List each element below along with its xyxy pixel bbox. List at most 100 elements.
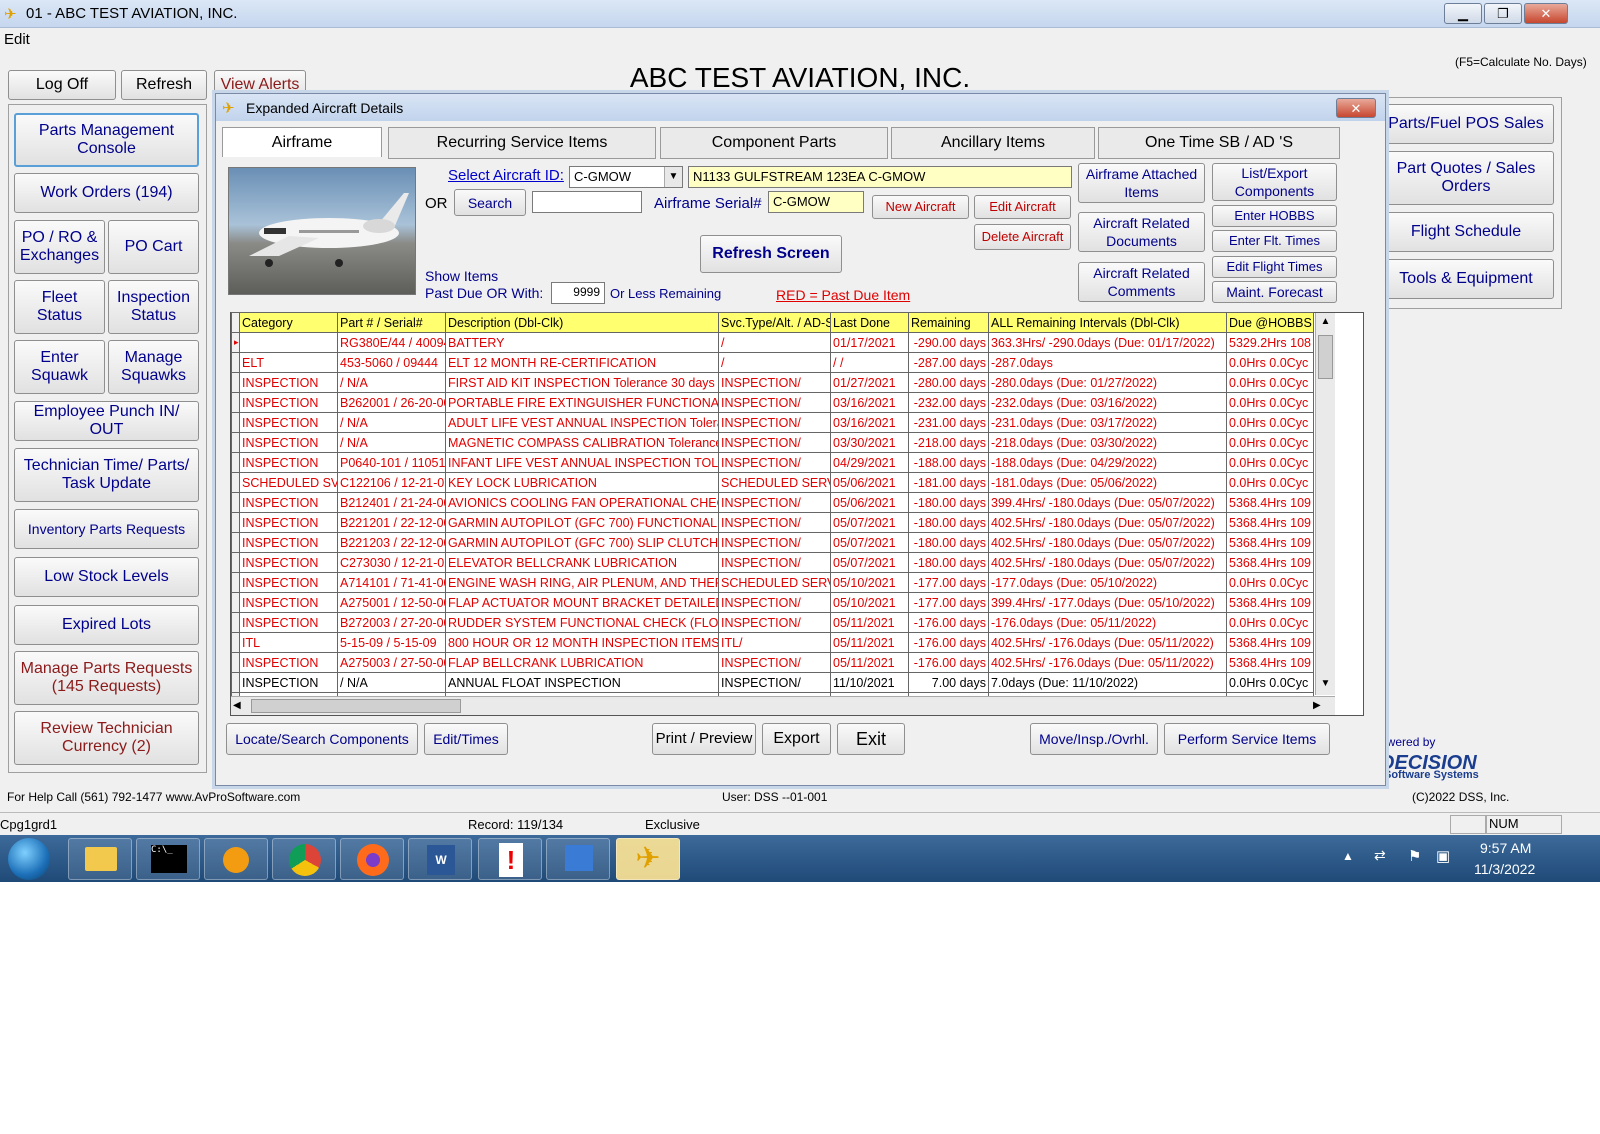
table-cell[interactable]: INSPECTION/ xyxy=(718,652,831,673)
row-selector[interactable] xyxy=(231,532,240,553)
row-selector[interactable] xyxy=(231,632,240,653)
table-cell[interactable]: FLAP ACTUATOR MOUNT BRACKET DETAILED INS… xyxy=(445,592,719,613)
column-header[interactable]: Description (Dbl-Clk) xyxy=(445,312,719,333)
table-cell[interactable]: INSPECTION xyxy=(239,572,338,593)
table-cell[interactable]: INSPECTION xyxy=(239,592,338,613)
table-cell[interactable]: INSPECTION xyxy=(239,652,338,673)
edit-flight-times-button[interactable]: Edit Flight Times xyxy=(1212,256,1337,278)
horizontal-scrollbar[interactable]: ◀ ▶ xyxy=(231,696,1335,715)
table-row[interactable]: INSPECTION B272003 / 27-20-00 RUDDER SYSTE… xyxy=(231,612,1314,633)
table-row[interactable]: INSPECTION A714101 / 71-41-00 ENGINE WASH … xyxy=(231,572,1314,593)
employee-punch-button[interactable]: Employee Punch IN/ OUT xyxy=(14,401,199,441)
table-cell[interactable]: 7.0days (Due: 11/10/2022) xyxy=(988,672,1227,693)
column-header[interactable]: Last Done xyxy=(830,312,909,333)
table-row[interactable]: INSPECTION B221203 / 22-12-00 GARMIN AUTOP… xyxy=(231,532,1314,553)
table-cell[interactable]: -181.00 days xyxy=(908,472,989,493)
search-button[interactable]: Search xyxy=(454,189,526,216)
review-technician-currency-button[interactable]: Review Technician Currency (2) xyxy=(14,711,199,765)
table-cell[interactable]: 05/06/2021 xyxy=(830,492,909,513)
table-cell[interactable]: INSPECTION xyxy=(239,552,338,573)
table-cell[interactable]: -176.00 days xyxy=(908,652,989,673)
table-cell[interactable]: 04/29/2021 xyxy=(830,452,909,473)
table-cell[interactable]: SCHEDULED SERV xyxy=(718,572,831,593)
table-cell[interactable]: 402.5Hrs/ -180.0days (Due: 05/07/2022) xyxy=(988,532,1227,553)
table-cell[interactable]: B212401 / 21-24-00 xyxy=(337,492,446,513)
table-cell[interactable]: -176.0days (Due: 05/11/2022) xyxy=(988,612,1227,633)
refresh-screen-button[interactable]: Refresh Screen xyxy=(700,235,842,273)
table-cell[interactable]: -180.00 days xyxy=(908,532,989,553)
inspection-status-button[interactable]: Inspection Status xyxy=(108,280,199,334)
enter-squawk-button[interactable]: Enter Squawk xyxy=(14,340,105,394)
table-cell[interactable]: INSPECTION/ xyxy=(718,432,831,453)
table-row[interactable]: INSPECTION P0640-101 / 11051 INFANT LIFE V… xyxy=(231,452,1314,473)
part-quotes-button[interactable]: Part Quotes / Sales Orders xyxy=(1378,151,1554,205)
table-cell[interactable]: INSPECTION/ xyxy=(718,512,831,533)
vertical-scroll-thumb[interactable] xyxy=(1318,335,1333,379)
table-cell[interactable]: -177.0days (Due: 05/10/2022) xyxy=(988,572,1227,593)
table-cell[interactable]: ELEVATOR BELLCRANK LUBRICATION xyxy=(445,552,719,573)
table-cell[interactable]: 800 HOUR OR 12 MONTH INSPECTION ITEMS IA… xyxy=(445,632,719,653)
expired-lots-button[interactable]: Expired Lots xyxy=(14,605,199,645)
table-cell[interactable]: MAGNETIC COMPASS CALIBRATION Tolerance 1… xyxy=(445,432,719,453)
table-cell[interactable]: 5368.4Hrs 109 xyxy=(1226,512,1314,533)
table-cell[interactable]: -180.00 days xyxy=(908,512,989,533)
table-cell[interactable]: -177.00 days xyxy=(908,572,989,593)
table-row[interactable]: INSPECTION / N/A FIRST AID KIT INSPECTION… xyxy=(231,372,1314,393)
clock-date[interactable]: 11/3/2022 xyxy=(1474,861,1535,877)
table-cell[interactable]: INSPECTION xyxy=(239,492,338,513)
table-cell[interactable]: / / xyxy=(830,352,909,373)
move-insp-ovrhl-button[interactable]: Move/Insp./Ovrhl. xyxy=(1030,723,1158,755)
table-cell[interactable]: INSPECTION/ xyxy=(718,672,831,693)
row-selector[interactable] xyxy=(231,592,240,613)
table-cell[interactable]: -280.0days (Due: 01/27/2022) xyxy=(988,372,1227,393)
tray-expand-icon[interactable]: ▲ xyxy=(1342,849,1354,863)
flag-tray-icon[interactable]: ⚑ xyxy=(1408,847,1421,865)
edit-times-button[interactable]: Edit/Times xyxy=(424,723,508,755)
scroll-left-icon[interactable]: ◀ xyxy=(233,697,249,715)
table-cell[interactable]: ANNUAL FLOAT INSPECTION xyxy=(445,672,719,693)
table-cell[interactable] xyxy=(239,332,338,353)
table-cell[interactable]: B221203 / 22-12-00 xyxy=(337,532,446,553)
table-cell[interactable]: 402.5Hrs/ -176.0days (Due: 05/11/2022) xyxy=(988,632,1227,653)
table-cell[interactable]: RUDDER SYSTEM FUNCTIONAL CHECK (FLOAT) xyxy=(445,612,719,633)
table-cell[interactable]: ADULT LIFE VEST ANNUAL INSPECTION Tolera… xyxy=(445,412,719,433)
table-cell[interactable]: INSPECTION xyxy=(239,672,338,693)
table-cell[interactable]: -176.00 days xyxy=(908,632,989,653)
table-cell[interactable]: / N/A xyxy=(337,432,446,453)
table-cell[interactable]: 363.3Hrs/ -290.0days (Due: 01/17/2022) xyxy=(988,332,1227,353)
row-selector[interactable] xyxy=(231,672,240,693)
table-cell[interactable]: INSPECTION xyxy=(239,532,338,553)
tab-recurring-service-items[interactable]: Recurring Service Items xyxy=(388,127,656,159)
parts-fuel-pos-button[interactable]: Parts/Fuel POS Sales xyxy=(1378,104,1554,144)
table-cell[interactable]: 05/11/2021 xyxy=(830,652,909,673)
po-cart-button[interactable]: PO Cart xyxy=(108,220,199,274)
row-selector[interactable] xyxy=(231,412,240,433)
table-cell[interactable]: SCHEDULED SERV xyxy=(718,472,831,493)
table-cell[interactable]: 5368.4Hrs 109 xyxy=(1226,632,1314,653)
network-tray-icon[interactable]: ⇄ xyxy=(1374,847,1386,864)
tools-equipment-button[interactable]: Tools & Equipment xyxy=(1378,259,1554,299)
table-cell[interactable]: -218.00 days xyxy=(908,432,989,453)
flight-schedule-button[interactable]: Flight Schedule xyxy=(1378,212,1554,252)
row-selector[interactable]: ▸ xyxy=(231,332,240,353)
table-cell[interactable]: ITL/ xyxy=(718,632,831,653)
tab-airframe[interactable]: Airframe xyxy=(222,127,382,157)
airframe-attached-items-button[interactable]: Airframe Attached Items xyxy=(1078,163,1205,203)
column-header[interactable]: Part # / Serial# xyxy=(337,312,446,333)
row-selector[interactable] xyxy=(231,472,240,493)
table-cell[interactable]: INSPECTION/ xyxy=(718,552,831,573)
table-cell[interactable]: GARMIN AUTOPILOT (GFC 700) FUNCTIONAL CH… xyxy=(445,512,719,533)
table-cell[interactable]: 03/16/2021 xyxy=(830,412,909,433)
table-cell[interactable]: 5368.4Hrs 109 xyxy=(1226,492,1314,513)
table-cell[interactable]: 402.5Hrs/ -180.0days (Due: 05/07/2022) xyxy=(988,512,1227,533)
menu-edit[interactable]: Edit xyxy=(4,31,30,48)
table-cell[interactable]: 01/17/2021 xyxy=(830,332,909,353)
avpro-app-icon[interactable]: ✈ xyxy=(616,838,680,880)
maint-forecast-button[interactable]: Maint. Forecast xyxy=(1212,281,1337,303)
table-cell[interactable]: -176.00 days xyxy=(908,612,989,633)
table-row[interactable]: INSPECTION C273030 / 12-21-02 ELEVATOR BEL… xyxy=(231,552,1314,573)
table-cell[interactable]: 453-5060 / 09444 xyxy=(337,352,446,373)
table-cell[interactable]: 5368.4Hrs 109 xyxy=(1226,552,1314,573)
table-cell[interactable]: 0.0Hrs 0.0Cyc xyxy=(1226,392,1314,413)
table-cell[interactable]: 0.0Hrs 0.0Cyc xyxy=(1226,612,1314,633)
